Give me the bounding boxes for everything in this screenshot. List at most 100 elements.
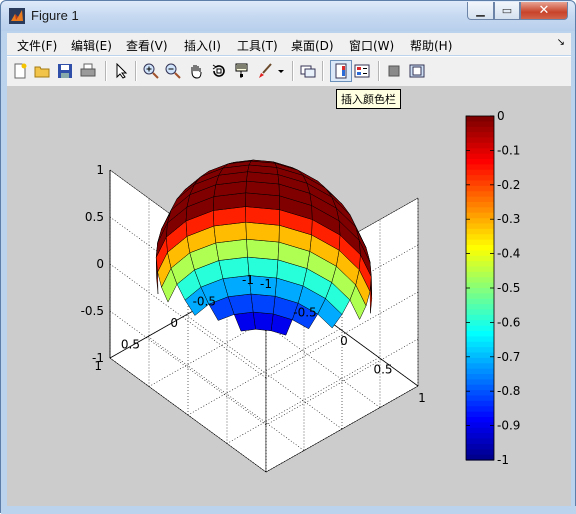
save-icon[interactable] (56, 62, 74, 80)
colorbar-swatch (466, 298, 494, 305)
colorbar-swatch (466, 368, 494, 375)
menu-file[interactable]: 文件(F) (17, 37, 57, 54)
matlab-icon (9, 8, 25, 24)
chevron-down-icon[interactable] (276, 62, 286, 80)
brush-icon[interactable] (256, 62, 274, 80)
y-tick-label: 1 (94, 359, 102, 373)
open-icon[interactable] (33, 62, 51, 80)
data-cursor-icon[interactable] (233, 62, 251, 80)
colorbar-icon[interactable] (330, 60, 352, 82)
colorbar-swatch (466, 245, 494, 251)
colorbar-swatch (466, 325, 494, 332)
colorbar-swatch (466, 320, 494, 327)
colorbar-swatch (466, 406, 494, 413)
colorbar-swatch (466, 255, 494, 262)
title-bar[interactable]: Figure 1 ▁ ▭ ✕ (1, 1, 575, 31)
menu-help[interactable]: 帮助(H) (410, 37, 452, 54)
menu-tools[interactable]: 工具(T) (237, 37, 278, 54)
colorbar-swatch (466, 384, 494, 391)
colorbar-swatch (466, 250, 494, 257)
show-plot-tools-icon[interactable] (408, 62, 426, 80)
x-tick-label: 0.5 (373, 363, 392, 377)
z-tick-label: 0 (96, 257, 104, 271)
x-tick-label: 0 (340, 334, 348, 348)
y-tick-label: 0.5 (121, 338, 140, 352)
colorbar-swatch (466, 288, 494, 294)
colorbar-swatch (466, 121, 494, 128)
colorbar-swatch (466, 379, 494, 386)
colorbar-swatch (466, 142, 494, 149)
sphere-face (246, 238, 280, 261)
colorbar-swatch (466, 191, 494, 198)
legend-icon[interactable] (353, 62, 371, 80)
pan-icon[interactable] (187, 62, 205, 80)
colorbar-swatch (466, 164, 494, 171)
colorbar-swatch (466, 411, 494, 418)
maximize-button[interactable]: ▭ (494, 2, 520, 20)
colorbar-swatch (466, 282, 494, 289)
colorbar-swatch (466, 180, 494, 187)
link-icon[interactable] (299, 62, 317, 80)
colorbar-swatch (466, 443, 494, 450)
colorbar-tick-label: -0.9 (497, 419, 520, 433)
colorbar-swatch (466, 336, 494, 343)
figure-canvas[interactable]: -1 -0.5 0 0.5 1 -1 -0.5 0 0.5 1 -1 -0.5 0 0.5 1 0 -0.1 -0… (7, 86, 571, 506)
minimize-button[interactable]: ▁ (467, 2, 494, 20)
colorbar-tick-label: -0.4 (497, 247, 520, 261)
toolbar-separator (322, 61, 324, 81)
colorbar-swatch (466, 175, 494, 182)
menu-window[interactable]: 窗口(W) (349, 37, 394, 54)
close-icon: ✕ (538, 3, 550, 18)
colorbar-swatch (466, 277, 494, 284)
sphere-face (250, 293, 276, 315)
menu-desktop[interactable]: 桌面(D) (291, 37, 334, 54)
colorbar-tick-label: -0.5 (497, 281, 520, 295)
colorbar-swatch (466, 309, 494, 316)
colorbar-swatch (466, 159, 494, 165)
close-button[interactable]: ✕ (520, 2, 568, 20)
colorbar-tick-label: -0.1 (497, 143, 520, 157)
colorbar-swatch (466, 148, 494, 155)
zoom-in-icon[interactable] (142, 62, 160, 80)
menu-view[interactable]: 查看(V) (126, 37, 168, 54)
sphere-face (245, 221, 280, 243)
new-figure-icon[interactable] (11, 62, 29, 80)
toolbar-separator (292, 61, 294, 81)
colorbar-swatch (466, 202, 494, 208)
dock-arrow-icon[interactable]: ↘ (557, 37, 565, 48)
zoom-out-icon[interactable] (164, 62, 182, 80)
colorbar-swatch (466, 239, 494, 246)
colorbar-swatch (466, 116, 494, 122)
sphere-plot[interactable]: -1 -0.5 0 0.5 1 -1 -0.5 0 0.5 1 -1 -0.5 0 0.5 1 0 -0.1 -0… (7, 86, 571, 506)
colorbar-swatch (466, 185, 494, 192)
colorbar-swatch (466, 234, 494, 241)
x-tick-label: -0.5 (293, 306, 316, 320)
colorbar-swatch (466, 347, 494, 354)
rotate-3d-icon[interactable] (210, 62, 228, 80)
z-tick-label: -0.5 (81, 304, 104, 318)
colorbar-swatch (466, 357, 494, 364)
print-icon[interactable] (79, 62, 97, 80)
z-tick-label: 0.5 (85, 210, 104, 224)
menu-insert[interactable]: 插入(I) (184, 37, 221, 54)
colorbar-tick-label: -0.2 (497, 178, 520, 192)
colorbar-swatch (466, 207, 494, 214)
menu-bar: 文件(F) 编辑(E) 查看(V) 插入(I) 工具(T) 桌面(D) 窗口(W… (7, 33, 571, 55)
sphere-face (252, 311, 274, 332)
pointer-icon[interactable] (112, 62, 130, 80)
hide-plot-tools-icon[interactable] (385, 62, 403, 80)
colorbar-swatch (466, 374, 494, 380)
window-title: Figure 1 (31, 8, 79, 23)
menu-edit[interactable]: 编辑(E) (71, 37, 112, 54)
colorbar-swatch (466, 304, 494, 311)
colorbar-tick-label: 0 (497, 109, 505, 123)
colorbar-swatch (466, 438, 494, 445)
y-tick-label: 0 (170, 316, 178, 330)
colorbar-tick-label: -0.6 (497, 315, 520, 329)
toolbar-separator (135, 61, 137, 81)
colorbar-swatch (466, 212, 494, 219)
toolbar (7, 56, 571, 87)
colorbar-swatch (466, 422, 494, 429)
colorbar-swatch (466, 228, 494, 235)
colorbar-swatch (466, 341, 494, 348)
